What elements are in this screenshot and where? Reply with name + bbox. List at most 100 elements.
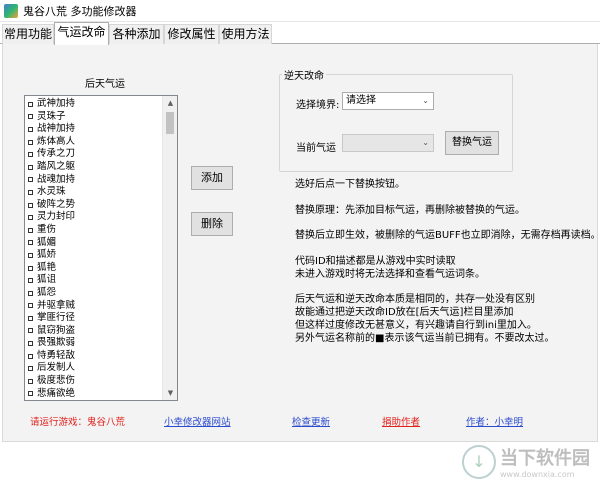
tab-usage[interactable]: 使用方法 [219, 24, 272, 44]
list-item[interactable]: 战魂加持 [25, 174, 163, 187]
list-item[interactable]: 灵力封印 [25, 211, 163, 224]
checkbox-icon [28, 252, 33, 258]
list-item[interactable]: 并驱拿贼 [25, 300, 163, 313]
check-update-link[interactable]: 检查更新 [292, 414, 330, 428]
reverse-fate-group [279, 74, 513, 172]
info-line: 替换原理：先添加目标气运，再删除被替换的气运。 [295, 205, 525, 216]
checkbox-icon [28, 227, 33, 233]
realm-select[interactable]: 请选择 ⌄ [342, 92, 434, 110]
replace-fate-button[interactable]: 替换气运 [445, 131, 499, 155]
list-scrollbar[interactable]: ▲ ▼ [162, 96, 177, 400]
author-link[interactable]: 作者：小幸明 [466, 414, 523, 428]
tab-modify-attributes[interactable]: 修改属性 [164, 24, 219, 44]
list-item-label: 灵力封印 [37, 211, 76, 223]
list-item[interactable]: 狐诅 [25, 274, 163, 287]
list-item[interactable]: 畏强欺弱 [25, 337, 163, 350]
checkbox-icon [28, 126, 33, 132]
donate-link[interactable]: 捐助作者 [382, 414, 420, 428]
list-item[interactable]: 战神加持 [25, 123, 163, 136]
site-link[interactable]: 小幸修改器网站 [164, 414, 231, 428]
list-item[interactable]: 狐怨 [25, 287, 163, 300]
list-item[interactable]: 狐娇 [25, 249, 163, 262]
list-item[interactable]: 传承之刀 [25, 148, 163, 161]
checkbox-icon [28, 265, 33, 271]
checkbox-icon [28, 366, 33, 372]
list-item-label: 悲痛欲绝 [37, 387, 76, 399]
reverse-fate-group-title: 逆天改命 [282, 67, 326, 82]
list-item-label: 并驱拿贼 [37, 299, 76, 311]
add-button[interactable]: 添加 [191, 166, 233, 190]
list-item-label: 水灵珠 [37, 186, 66, 198]
list-item[interactable]: 后发制人 [25, 362, 163, 375]
list-item-label: 炼体高人 [37, 135, 76, 147]
window-title: 鬼谷八荒 多功能修改器 [23, 4, 137, 18]
tab-bar: 常用功能 气运改命 各种添加 修改属性 使用方法 [0, 22, 600, 45]
checkbox-icon [28, 303, 33, 309]
checkbox-icon [28, 278, 33, 284]
current-fate-select[interactable]: ⌄ [342, 134, 434, 152]
list-item-label: 狐媚 [37, 236, 57, 248]
list-item[interactable]: 狐媚 [25, 237, 163, 250]
checkbox-icon [28, 391, 33, 397]
realm-label: 选择境界: [296, 100, 340, 111]
list-item[interactable]: 灵珠子 [25, 111, 163, 124]
tab-various-add[interactable]: 各种添加 [109, 24, 164, 44]
checkbox-icon [28, 378, 33, 384]
list-item-label: 鼠窃狗盗 [37, 324, 76, 336]
list-item-label: 极度悲伤 [37, 375, 76, 387]
list-item-label: 狐诅 [37, 274, 57, 286]
list-item[interactable]: 重伤 [25, 224, 163, 237]
list-item-label: 灵珠子 [37, 110, 66, 122]
list-item-label: 狐怨 [37, 286, 57, 298]
scroll-down-icon[interactable]: ▼ [163, 386, 177, 400]
checkbox-icon [28, 164, 33, 170]
tab-common-functions[interactable]: 常用功能 [2, 24, 54, 44]
run-game-notice: 请运行游戏：鬼谷八荒 [30, 417, 126, 428]
list-item-label: 恃勇轻敌 [37, 349, 76, 361]
list-item-label: 踏风之躯 [37, 160, 76, 172]
app-icon [4, 3, 18, 18]
list-item[interactable]: 掌匪行径 [25, 312, 163, 325]
checkbox-icon [28, 202, 33, 208]
checkbox-icon [28, 328, 33, 334]
list-item[interactable]: 恃勇轻敌 [25, 350, 163, 363]
checkbox-icon [28, 240, 33, 246]
delete-button[interactable]: 删除 [191, 212, 233, 236]
watermark-sub-text: www.downxia.com [500, 470, 575, 479]
info-line: 未进入游戏时将无法选择和查看气运词条。 [295, 269, 485, 280]
list-item[interactable]: 武神加持 [25, 98, 163, 111]
scroll-up-icon[interactable]: ▲ [163, 96, 177, 110]
list-item-label: 武神加持 [37, 98, 76, 109]
list-item-label: 破阵之势 [37, 198, 76, 210]
list-item[interactable]: 水灵珠 [25, 186, 163, 199]
checkbox-icon [28, 114, 33, 120]
list-item-label: 畏强欺弱 [37, 337, 76, 349]
info-line: 替换后立即生效，被删除的气运BUFF也立即消除，无需存档再读档。 [295, 230, 600, 241]
list-item[interactable]: 炼体高人 [25, 136, 163, 149]
checkbox-icon [28, 341, 33, 347]
list-item[interactable]: 破阵之势 [25, 199, 163, 212]
checkbox-icon [28, 189, 33, 195]
checkbox-icon [28, 290, 33, 296]
window-titlebar: 鬼谷八荒 多功能修改器 [0, 0, 600, 22]
list-items: 武神加持 灵珠子 战神加持 炼体高人 传承之刀 踏风之躯 战魂加持 水灵珠 破阵之势 灵力封印 重伤… [25, 98, 163, 400]
tab-fate-change[interactable]: 气运改命 [54, 22, 109, 45]
list-item-label: 后发制人 [37, 362, 76, 374]
list-item[interactable]: 悲痛欲绝 [25, 387, 163, 400]
checkbox-icon [28, 215, 33, 221]
list-item[interactable]: 踏风之躯 [25, 161, 163, 174]
list-item[interactable]: 鼠窃狗盗 [25, 325, 163, 338]
list-item[interactable]: 狐艳 [25, 262, 163, 275]
list-item[interactable]: 极度悲伤 [25, 375, 163, 388]
checkbox-icon [28, 315, 33, 321]
checkbox-icon [28, 101, 33, 107]
chevron-down-icon: ⌄ [422, 138, 429, 147]
list-item-label: 掌匪行径 [37, 312, 76, 324]
list-item-label: 战魂加持 [37, 173, 76, 185]
info-line: 另外气运名称前的■表示该气运当前已拥有。不要改太过。 [295, 333, 555, 344]
list-item-label: 传承之刀 [37, 148, 76, 160]
current-fate-label: 当前气运 [296, 143, 336, 154]
scroll-thumb[interactable] [166, 112, 174, 134]
acquired-fate-list[interactable]: 武神加持 灵珠子 战神加持 炼体高人 传承之刀 踏风之躯 战魂加持 水灵珠 破阵之势 灵力封印 重伤… [24, 95, 178, 401]
acquired-fate-title: 后天气运 [85, 79, 125, 90]
